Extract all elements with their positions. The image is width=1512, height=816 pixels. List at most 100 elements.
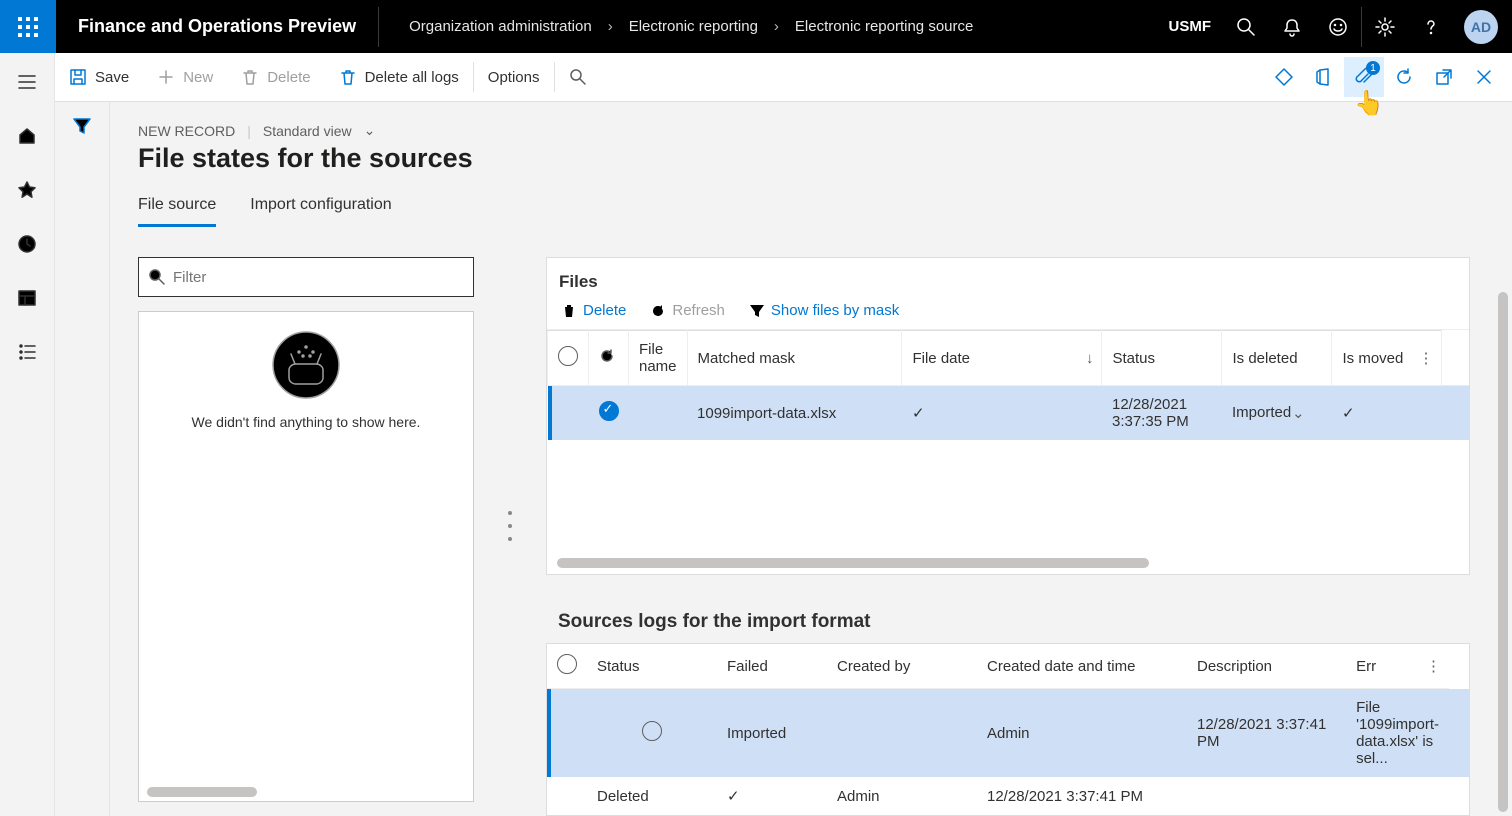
bell-icon bbox=[1282, 17, 1302, 37]
col-is-moved[interactable]: Is moved⋮ bbox=[1332, 331, 1442, 386]
col-created-date[interactable]: Created date and time bbox=[977, 644, 1187, 689]
filter-box[interactable] bbox=[138, 257, 474, 297]
main-column: NEW RECORD | Standard view ⌄ File states… bbox=[110, 102, 1512, 816]
more-options-icon[interactable]: ⋮ bbox=[1426, 657, 1441, 675]
col-select[interactable] bbox=[548, 331, 589, 386]
star-icon bbox=[17, 180, 37, 200]
divider: | bbox=[247, 123, 251, 139]
cell-file-date: 12/28/2021 3:37:35 PM bbox=[1102, 386, 1222, 441]
delete-button[interactable]: Delete bbox=[227, 53, 324, 101]
search-in-page-button[interactable] bbox=[555, 53, 601, 101]
col-filename[interactable]: File name bbox=[629, 331, 688, 386]
gear-icon bbox=[1375, 17, 1395, 37]
clock-icon bbox=[17, 234, 37, 254]
rail-recent[interactable] bbox=[0, 229, 55, 259]
close-icon bbox=[1475, 68, 1493, 86]
refresh-icon bbox=[599, 348, 615, 364]
office-button[interactable] bbox=[1304, 57, 1344, 97]
save-label: Save bbox=[95, 69, 129, 86]
chevron-down-icon[interactable]: ⌄ bbox=[364, 122, 376, 139]
tab-file-source[interactable]: File source bbox=[138, 196, 216, 227]
row-radio[interactable] bbox=[642, 721, 662, 741]
home-icon bbox=[17, 126, 37, 146]
rail-home[interactable] bbox=[0, 121, 55, 151]
help-button[interactable] bbox=[1408, 0, 1454, 53]
trash-icon bbox=[561, 303, 577, 319]
empty-message: We didn't find anything to show here. bbox=[192, 414, 421, 430]
cell-status: Imported bbox=[717, 689, 827, 778]
breadcrumb: Organization administration › Electronic… bbox=[379, 18, 973, 35]
col-err[interactable]: Err⋮ bbox=[1346, 644, 1449, 689]
logs-grid: Status Failed Created by Created date an… bbox=[547, 644, 1469, 815]
scrollbar-horizontal[interactable] bbox=[557, 558, 1149, 568]
attachments-button[interactable]: 1 bbox=[1344, 57, 1384, 97]
cell-created-by: Admin bbox=[977, 689, 1187, 778]
col-description[interactable]: Description bbox=[1187, 644, 1346, 689]
user-avatar[interactable]: AD bbox=[1464, 10, 1498, 44]
more-options-icon[interactable]: ⋮ bbox=[1418, 349, 1433, 367]
command-bar: Save New Delete Delete all logs Options … bbox=[55, 53, 1512, 102]
col-matched-mask[interactable]: Matched mask bbox=[687, 331, 902, 386]
dataverse-button[interactable] bbox=[1264, 57, 1304, 97]
company-code[interactable]: USMF bbox=[1169, 18, 1224, 35]
empty-box-icon bbox=[271, 330, 341, 400]
col-status[interactable]: Status bbox=[1102, 331, 1222, 386]
col-created-by[interactable]: Created by bbox=[827, 644, 977, 689]
logs-row[interactable]: Deleted ✓ Admin 12/28/2021 3:37:41 PM bbox=[547, 777, 1469, 815]
save-icon bbox=[69, 68, 87, 86]
options-button[interactable]: Options bbox=[474, 53, 554, 101]
files-refresh-button[interactable]: Refresh bbox=[650, 302, 725, 319]
cell-status: Deleted bbox=[587, 777, 717, 815]
rail-workspaces[interactable] bbox=[0, 283, 55, 313]
attachments-badge: 1 bbox=[1366, 61, 1380, 75]
cell-status[interactable]: Imported ⌄ bbox=[1222, 386, 1332, 441]
new-button[interactable]: New bbox=[143, 53, 227, 101]
col-refresh[interactable] bbox=[589, 331, 629, 386]
close-button[interactable] bbox=[1464, 57, 1504, 97]
filter-input[interactable] bbox=[173, 269, 463, 286]
col-status[interactable]: Status bbox=[587, 644, 717, 689]
search-icon bbox=[149, 269, 165, 285]
col-is-deleted[interactable]: Is deleted bbox=[1222, 331, 1332, 386]
splitter[interactable] bbox=[504, 235, 516, 816]
cell-is-moved bbox=[1442, 386, 1469, 441]
breadcrumb-item[interactable]: Electronic reporting bbox=[629, 18, 758, 35]
col-select[interactable] bbox=[547, 644, 587, 689]
files-delete-button[interactable]: Delete bbox=[561, 302, 626, 319]
cell-created-date: 12/28/2021 3:37:41 PM bbox=[1187, 689, 1346, 778]
search-button[interactable] bbox=[1223, 0, 1269, 53]
save-button[interactable]: Save bbox=[55, 53, 143, 101]
smile-button[interactable] bbox=[1315, 0, 1361, 53]
row-checkbox[interactable] bbox=[599, 401, 619, 421]
tab-import-config[interactable]: Import configuration bbox=[250, 196, 391, 227]
refresh-button[interactable] bbox=[1384, 57, 1424, 97]
view-name[interactable]: Standard view bbox=[263, 123, 352, 139]
col-failed[interactable]: Failed bbox=[717, 644, 827, 689]
rail-modules[interactable] bbox=[0, 337, 55, 367]
settings-button[interactable] bbox=[1362, 0, 1408, 53]
record-tag: NEW RECORD bbox=[138, 123, 235, 139]
breadcrumb-item[interactable]: Organization administration bbox=[409, 18, 592, 35]
notifications-button[interactable] bbox=[1269, 0, 1315, 53]
delete-all-logs-button[interactable]: Delete all logs bbox=[325, 53, 473, 101]
scrollbar-vertical[interactable] bbox=[1498, 292, 1508, 812]
list-icon bbox=[17, 342, 37, 362]
show-files-by-mask-button[interactable]: Show files by mask bbox=[749, 302, 899, 319]
filter-pane-toggle[interactable] bbox=[72, 116, 92, 816]
logs-row[interactable]: Imported Admin 12/28/2021 3:37:41 PM Fil… bbox=[547, 689, 1469, 778]
funnel-icon bbox=[749, 303, 765, 319]
popout-button[interactable] bbox=[1424, 57, 1464, 97]
col-file-date[interactable]: File date bbox=[902, 331, 1102, 386]
waffle-button[interactable] bbox=[0, 0, 56, 53]
app-title: Finance and Operations Preview bbox=[56, 16, 378, 37]
waffle-icon bbox=[18, 17, 38, 37]
popout-icon bbox=[1434, 67, 1454, 87]
rail-favorites[interactable] bbox=[0, 175, 55, 205]
chevron-right-icon: › bbox=[608, 18, 613, 35]
delete-label: Delete bbox=[267, 69, 310, 86]
cell-created-date: 12/28/2021 3:37:41 PM bbox=[977, 777, 1187, 815]
files-row[interactable]: 1099import-data.xlsx ✓ 12/28/2021 3:37:3… bbox=[548, 386, 1470, 441]
menu-toggle[interactable] bbox=[0, 67, 55, 97]
scrollbar-horizontal[interactable] bbox=[147, 787, 257, 797]
breadcrumb-item[interactable]: Electronic reporting source bbox=[795, 18, 973, 35]
